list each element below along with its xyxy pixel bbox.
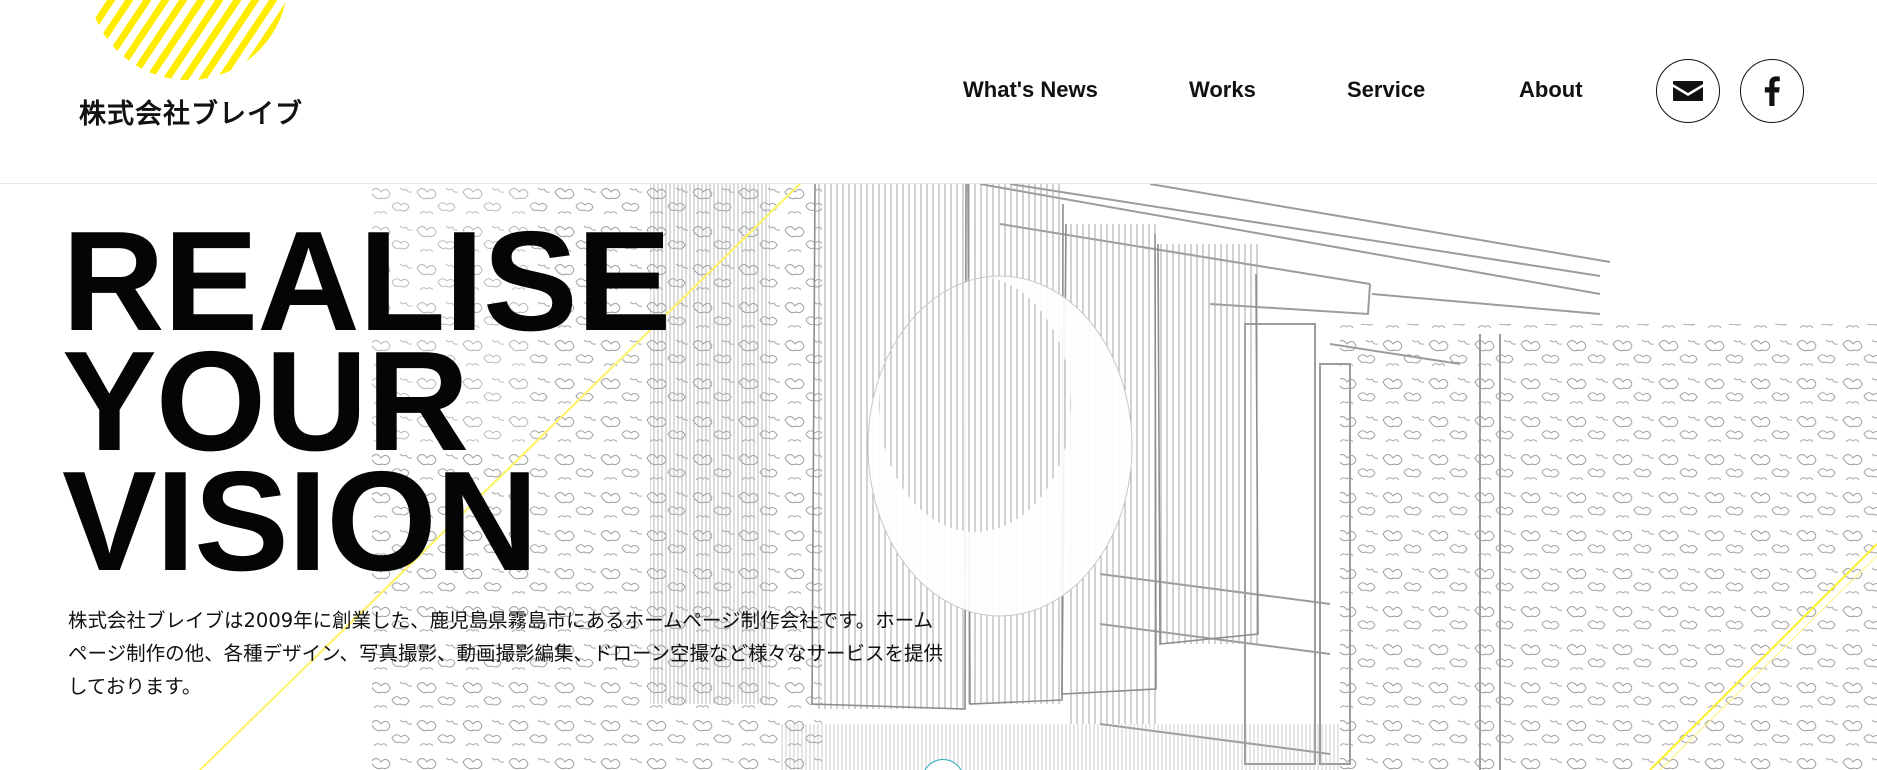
nav-works[interactable]: Works [1189, 72, 1256, 108]
page: 株式会社ブレイブ What's News Works Service About [0, 0, 1877, 770]
site-header: 株式会社ブレイブ What's News Works Service About [0, 0, 1877, 184]
envelope-icon [1673, 81, 1703, 101]
hero-title-line-3: VISION [62, 442, 538, 601]
mail-button[interactable] [1656, 59, 1720, 123]
hero-section: REALISE YOUR VISION 株式会社ブレイブは2009年に創業した、… [0, 184, 1877, 770]
nav-about[interactable]: About [1519, 72, 1583, 108]
main-nav: What's News Works Service About [0, 72, 1877, 112]
facebook-icon [1764, 76, 1780, 106]
hero-description: 株式会社ブレイブは2009年に創業した、鹿児島県霧島市にあるホームページ制作会社… [68, 609, 943, 698]
nav-service[interactable]: Service [1347, 72, 1425, 108]
hero-title: REALISE YOUR VISION [62, 211, 671, 601]
nav-whats-news[interactable]: What's News [963, 72, 1098, 108]
facebook-button[interactable] [1740, 59, 1804, 123]
